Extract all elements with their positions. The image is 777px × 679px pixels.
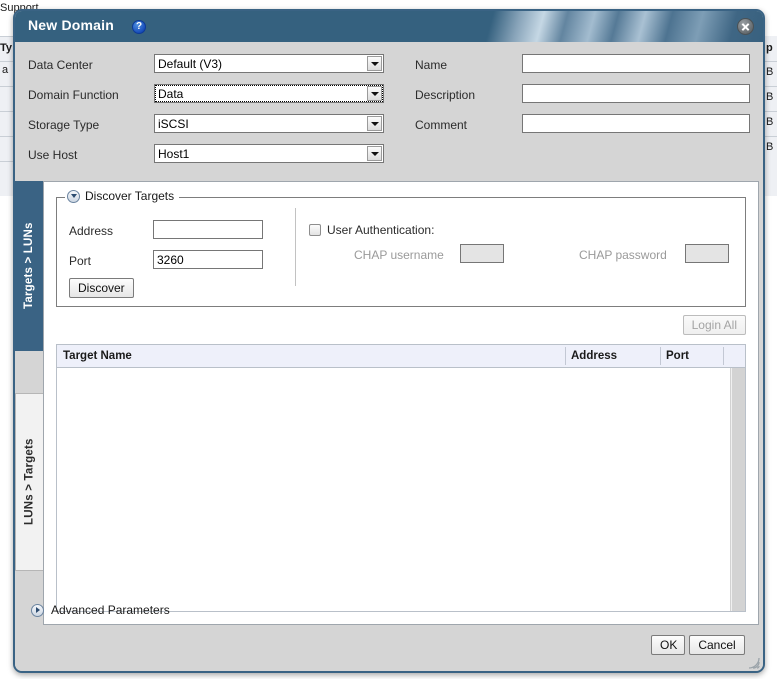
comment-input[interactable] [522, 114, 750, 133]
domain-function-select[interactable]: Data [154, 84, 384, 103]
sidebar-tab-label: Targets > LUNs [23, 222, 35, 310]
advanced-parameters-toggle[interactable]: Advanced Parameters [31, 603, 170, 617]
table-header-row: Target Name Address Port [57, 345, 745, 368]
table-column-header[interactable]: Target Name [57, 345, 565, 367]
table-vertical-scrollbar[interactable] [730, 368, 745, 611]
targets-table: Target Name Address Port [56, 344, 746, 612]
discover-targets-title: Discover Targets [85, 189, 175, 203]
name-input[interactable] [522, 54, 750, 73]
background-divider [763, 86, 777, 87]
table-column-header[interactable] [723, 345, 745, 367]
address-input[interactable] [153, 220, 263, 239]
background-text: B [766, 66, 774, 78]
chevron-down-icon[interactable] [67, 189, 80, 203]
storage-type-label: Storage Type [28, 118, 100, 132]
table-column-header[interactable]: Address [565, 345, 660, 367]
dialog-title: New Domain [28, 17, 115, 33]
background-divider [763, 61, 777, 62]
discover-button[interactable]: Discover [69, 278, 134, 298]
background-divider [763, 136, 777, 137]
sidebar-tab-label: LUNs > Targets [23, 438, 36, 526]
dialog-form-area: Data Center Default (V3) Domain Function Da… [15, 42, 763, 181]
background-text: p [766, 42, 773, 54]
port-label: Port [69, 254, 92, 268]
data-center-select[interactable]: Default (V3) [154, 54, 384, 73]
background-text: B [766, 116, 774, 128]
background-text: B [766, 91, 774, 103]
advanced-parameters-label: Advanced Parameters [51, 603, 170, 617]
data-center-label: Data Center [28, 58, 93, 72]
section-divider [295, 208, 296, 286]
scrollbar-thumb[interactable] [732, 368, 745, 611]
user-authentication-checkbox[interactable] [309, 224, 321, 236]
description-input[interactable] [522, 84, 750, 103]
chap-username-input[interactable] [460, 244, 504, 263]
dialog-titlebar: New Domain ? [15, 11, 763, 42]
storage-type-value: iSCSI [158, 116, 189, 131]
chevron-right-icon[interactable] [31, 603, 44, 617]
chevron-down-icon[interactable] [367, 116, 382, 131]
background-divider [763, 111, 777, 112]
sidebar-tab-targets-luns[interactable]: Targets > LUNs [15, 181, 43, 351]
chevron-down-icon[interactable] [367, 146, 382, 161]
help-question-icon[interactable]: ? [132, 20, 146, 34]
description-label: Description [415, 88, 476, 102]
chap-password-label: CHAP password [579, 248, 667, 262]
sidebar-tab-luns-targets[interactable]: LUNs > Targets [15, 393, 43, 571]
use-host-select[interactable]: Host1 [154, 144, 384, 163]
discover-targets-legend: Discover Targets [65, 189, 180, 203]
titlebar-gloss-decoration [433, 11, 763, 42]
background-text: B [766, 141, 774, 153]
table-column-header[interactable]: Port [660, 345, 723, 367]
address-label: Address [69, 224, 114, 238]
background-text: Ty [0, 42, 13, 54]
port-input[interactable] [153, 250, 263, 269]
dialog-content-area: Targets > LUNs LUNs > Targets Discover T… [15, 181, 763, 625]
chap-password-input[interactable] [685, 244, 729, 263]
chap-username-label: CHAP username [354, 248, 444, 262]
targets-luns-panel: Discover Targets Address Port Discover U… [43, 181, 759, 625]
chevron-down-icon[interactable] [367, 86, 382, 101]
resize-grip-icon[interactable] [746, 655, 760, 669]
use-host-value: Host1 [158, 146, 190, 161]
new-domain-dialog: New Domain ? Data Center Default (V3) Doma… [13, 9, 765, 673]
discover-targets-group: Discover Targets Address Port Discover U… [56, 189, 746, 307]
storage-type-select[interactable]: iSCSI [154, 114, 384, 133]
dialog-footer: OK Cancel [15, 625, 763, 671]
ok-button[interactable]: OK [651, 635, 685, 655]
use-host-label: Use Host [28, 148, 78, 162]
domain-function-label: Domain Function [28, 88, 119, 102]
login-all-button[interactable]: Login All [682, 315, 746, 335]
user-authentication-label: User Authentication: [327, 223, 435, 237]
close-icon[interactable] [737, 18, 754, 35]
background-text: a [2, 64, 9, 76]
cancel-button[interactable]: Cancel [689, 635, 745, 655]
comment-label: Comment [415, 118, 468, 132]
domain-function-value: Data [158, 86, 184, 101]
data-center-value: Default (V3) [158, 56, 223, 71]
chevron-down-icon[interactable] [367, 56, 382, 71]
name-label: Name [415, 58, 448, 72]
